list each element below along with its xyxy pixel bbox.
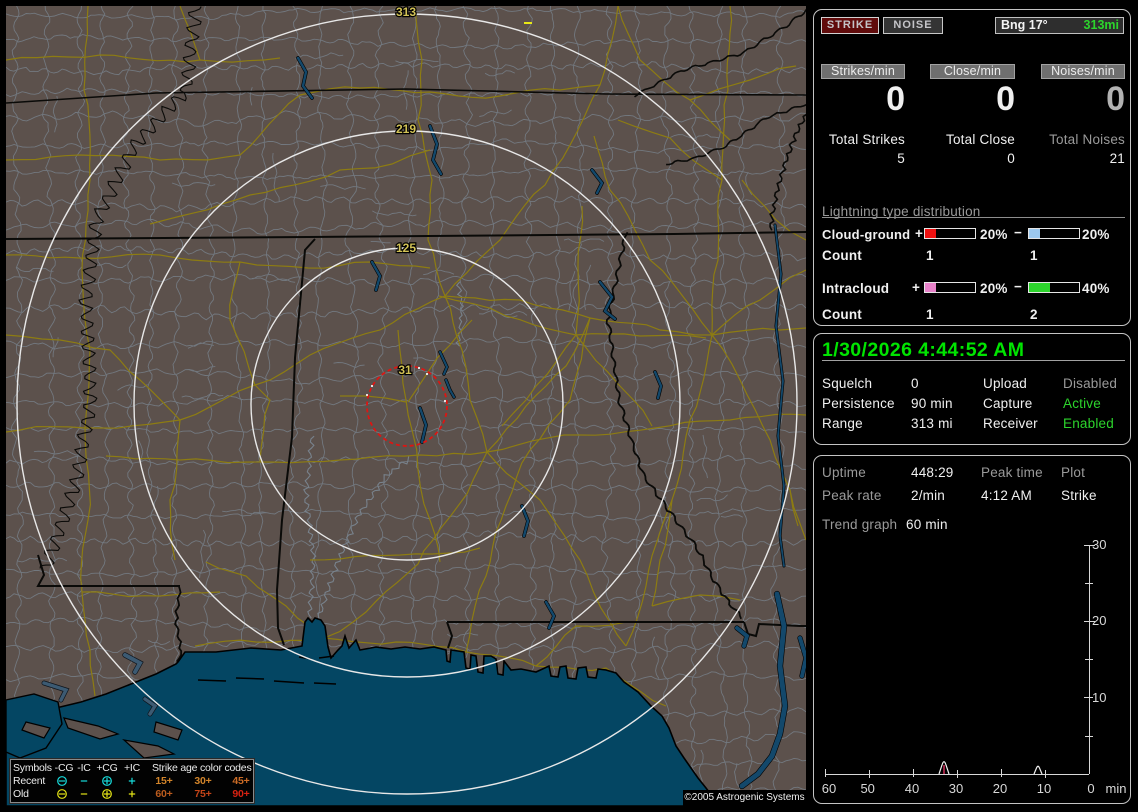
svg-text:40: 40 <box>905 781 919 796</box>
svg-text:60: 60 <box>822 781 836 796</box>
svg-text:10: 10 <box>1092 690 1106 705</box>
svg-text:30: 30 <box>1092 537 1106 552</box>
svg-text:20: 20 <box>1092 613 1106 628</box>
svg-text:0: 0 <box>1087 781 1094 796</box>
svg-text:20: 20 <box>993 781 1007 796</box>
svg-text:30: 30 <box>949 781 963 796</box>
svg-text:31: 31 <box>398 363 412 377</box>
svg-text:10: 10 <box>1037 781 1051 796</box>
svg-text:219: 219 <box>396 122 416 136</box>
svg-text:313: 313 <box>396 6 416 19</box>
svg-text:125: 125 <box>396 241 416 255</box>
svg-text:min: min <box>1106 781 1127 796</box>
svg-text:50: 50 <box>860 781 874 796</box>
